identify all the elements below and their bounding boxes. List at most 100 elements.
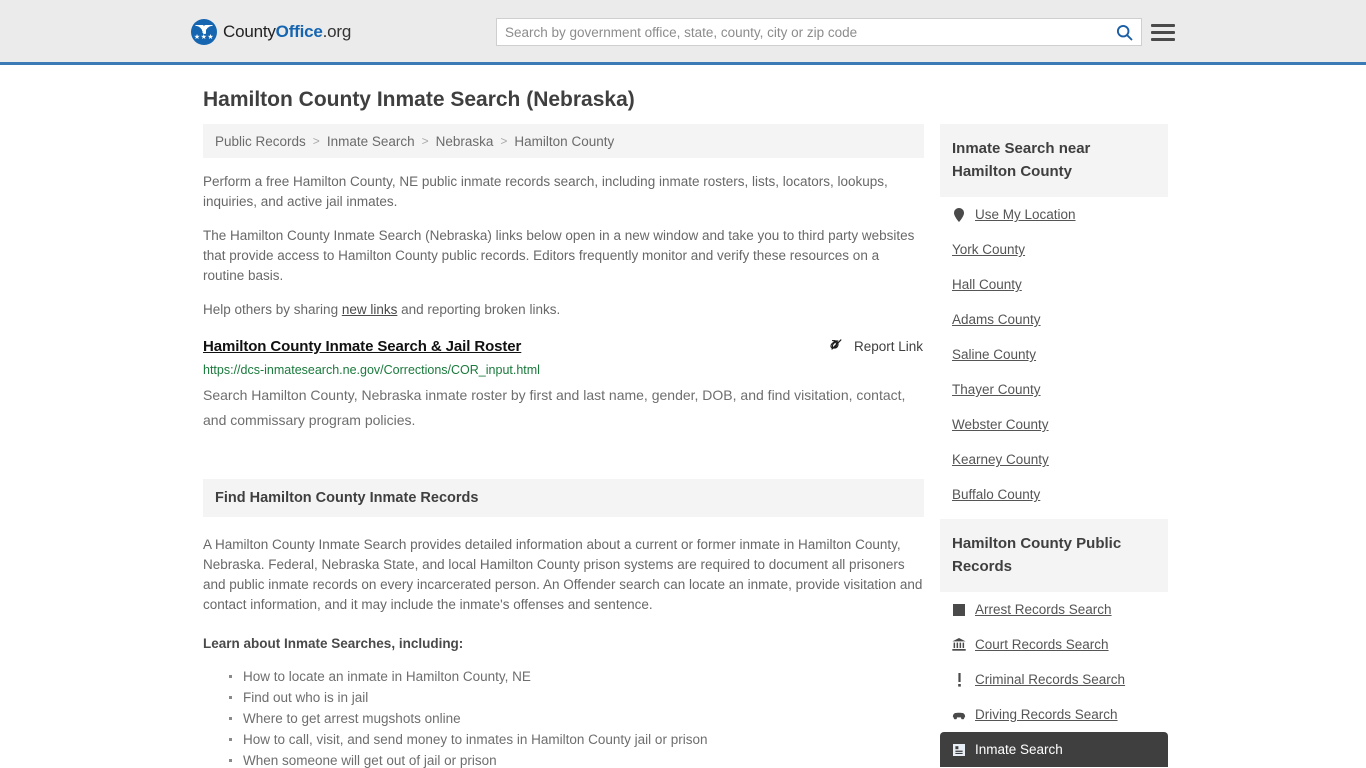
search-icon [1116, 24, 1132, 40]
sidebar-item-criminal-records-search[interactable]: Criminal Records Search [940, 662, 1168, 697]
logo-text-county: County [223, 22, 276, 41]
section-lead-in: Learn about Inmate Searches, including: [203, 636, 464, 651]
intro-paragraph-3: Help others by sharing new links and rep… [203, 300, 924, 320]
list-item: Arrest Records Search [940, 592, 1168, 627]
breadcrumb-item-public-records[interactable]: Public Records [215, 134, 306, 149]
list-item: Hall County [940, 267, 1168, 302]
section-paragraph: A Hamilton County Inmate Search provides… [203, 537, 923, 612]
inmate-id-icon [952, 742, 966, 757]
sidebar-item-label: Saline County [952, 347, 1037, 362]
sidebar-item-driving-records-search[interactable]: Driving Records Search [940, 697, 1168, 732]
section-body: A Hamilton County Inmate Search provides… [203, 535, 924, 768]
breadcrumb-separator: > [421, 134, 429, 148]
sidebar-item-saline-county[interactable]: Saline County [940, 337, 1168, 372]
logo-stars: ★★★ [193, 34, 215, 41]
list-item: Where to get arrest mugshots online [229, 708, 924, 729]
search-bar[interactable] [496, 18, 1142, 46]
sidebar-item-label: Hall County [952, 277, 1022, 292]
site-logo[interactable]: ★★★ CountyOffice.org [191, 19, 351, 45]
courthouse-icon [952, 637, 966, 652]
sidebar-item-label: Arrest Records Search [975, 602, 1112, 617]
list-item: Buffalo County [940, 477, 1168, 512]
sidebar: Inmate Search near Hamilton County Use M… [940, 124, 1168, 767]
sidebar-item-label: Kearney County [952, 452, 1049, 467]
result-title-link[interactable]: Hamilton County Inmate Search & Jail Ros… [203, 338, 521, 355]
result-url: https://dcs-inmatesearch.ne.gov/Correcti… [203, 363, 540, 377]
list-item: Criminal Records Search [940, 662, 1168, 697]
result-item: Hamilton County Inmate Search & Jail Ros… [203, 338, 924, 433]
logo-text-office: Office [275, 22, 323, 41]
page-container: Hamilton County Inmate Search (Nebraska)… [0, 65, 1366, 768]
list-item: Find out who is in jail [229, 687, 924, 708]
fingerprint-square-icon [952, 602, 966, 617]
sidebar-item-use-my-location[interactable]: Use My Location [940, 197, 1168, 232]
list-item: Use My Location [940, 197, 1168, 232]
sidebar-item-inmate-search[interactable]: Inmate Search [940, 732, 1168, 767]
list-item: How to locate an inmate in Hamilton Coun… [229, 666, 924, 687]
sidebar-item-buffalo-county[interactable]: Buffalo County [940, 477, 1168, 512]
list-item: How to call, visit, and send money to in… [229, 729, 924, 750]
sidebar-item-label: Thayer County [952, 382, 1041, 397]
sidebar-item-label: York County [952, 242, 1026, 257]
sidebar-item-label: Criminal Records Search [975, 672, 1126, 687]
page-title: Hamilton County Inmate Search (Nebraska) [203, 88, 635, 111]
intro-section: Perform a free Hamilton County, NE publi… [203, 172, 924, 320]
list-item: Thayer County [940, 372, 1168, 407]
list-item: Court Records Search [940, 627, 1168, 662]
eagle-shield-icon: ★★★ [191, 19, 217, 45]
main-content: Public Records > Inmate Search > Nebrask… [203, 124, 924, 768]
list-item: Adams County [940, 302, 1168, 337]
list-item: Saline County [940, 337, 1168, 372]
sidebar-item-york-county[interactable]: York County [940, 232, 1168, 267]
share-text-after: and reporting broken links. [397, 302, 561, 317]
sidebar-item-court-records-search[interactable]: Court Records Search [940, 627, 1168, 662]
sidebar-item-webster-county[interactable]: Webster County [940, 407, 1168, 442]
section-bullet-list: How to locate an inmate in Hamilton Coun… [203, 666, 924, 768]
sidebar-item-label: Use My Location [975, 207, 1076, 222]
search-input[interactable] [497, 19, 1107, 45]
sidebar-item-arrest-records-search[interactable]: Arrest Records Search [940, 592, 1168, 627]
car-icon [952, 707, 966, 722]
list-item: Kearney County [940, 442, 1168, 477]
report-link-button[interactable]: Report Link [830, 338, 923, 354]
sidebar-nearby-list: Use My Location York County Hall County … [940, 197, 1168, 512]
sidebar-item-hall-county[interactable]: Hall County [940, 267, 1168, 302]
section-heading: Find Hamilton County Inmate Records [203, 479, 924, 517]
sidebar-public-records-list: Arrest Records Search Court Records Sear… [940, 592, 1168, 767]
intro-paragraph-1: Perform a free Hamilton County, NE publi… [203, 174, 888, 209]
hamburger-menu-icon[interactable] [1151, 19, 1175, 45]
exclamation-icon [952, 672, 966, 687]
breadcrumb-item-inmate-search[interactable]: Inmate Search [327, 134, 415, 149]
sidebar-item-label: Inmate Search [975, 742, 1063, 757]
result-description: Search Hamilton County, Nebraska inmate … [203, 387, 906, 428]
sidebar-item-label: Court Records Search [975, 637, 1109, 652]
search-button[interactable] [1107, 19, 1141, 45]
sidebar-item-thayer-county[interactable]: Thayer County [940, 372, 1168, 407]
sidebar-item-label: Webster County [952, 417, 1049, 432]
site-header: ★★★ CountyOffice.org [0, 0, 1366, 65]
sidebar-item-label: Driving Records Search [975, 707, 1118, 722]
list-item: Driving Records Search [940, 697, 1168, 732]
share-text-before: Help others by sharing [203, 302, 342, 317]
logo-text: CountyOffice.org [223, 22, 351, 42]
sidebar-item-label: Adams County [952, 312, 1041, 327]
breadcrumb-item-hamilton-county: Hamilton County [514, 133, 615, 149]
sidebar-nearby-heading: Inmate Search near Hamilton County [940, 124, 1168, 197]
sidebar-item-adams-county[interactable]: Adams County [940, 302, 1168, 337]
breadcrumb-separator: > [312, 134, 320, 148]
list-item: York County [940, 232, 1168, 267]
sidebar-item-kearney-county[interactable]: Kearney County [940, 442, 1168, 477]
breadcrumb-separator: > [500, 134, 508, 148]
breadcrumb-item-nebraska[interactable]: Nebraska [436, 134, 494, 149]
map-pin-icon [952, 207, 966, 222]
intro-paragraph-2: The Hamilton County Inmate Search (Nebra… [203, 228, 915, 283]
result-header-row: Hamilton County Inmate Search & Jail Ros… [203, 338, 924, 355]
sidebar-item-label: Buffalo County [952, 487, 1041, 502]
list-item: Inmate Search [940, 732, 1168, 767]
sidebar-public-records-heading: Hamilton County Public Records [940, 519, 1168, 592]
breadcrumb: Public Records > Inmate Search > Nebrask… [203, 124, 924, 158]
new-links-link[interactable]: new links [342, 302, 398, 317]
logo-text-org: .org [322, 22, 352, 41]
report-link-label: Report Link [853, 338, 923, 354]
